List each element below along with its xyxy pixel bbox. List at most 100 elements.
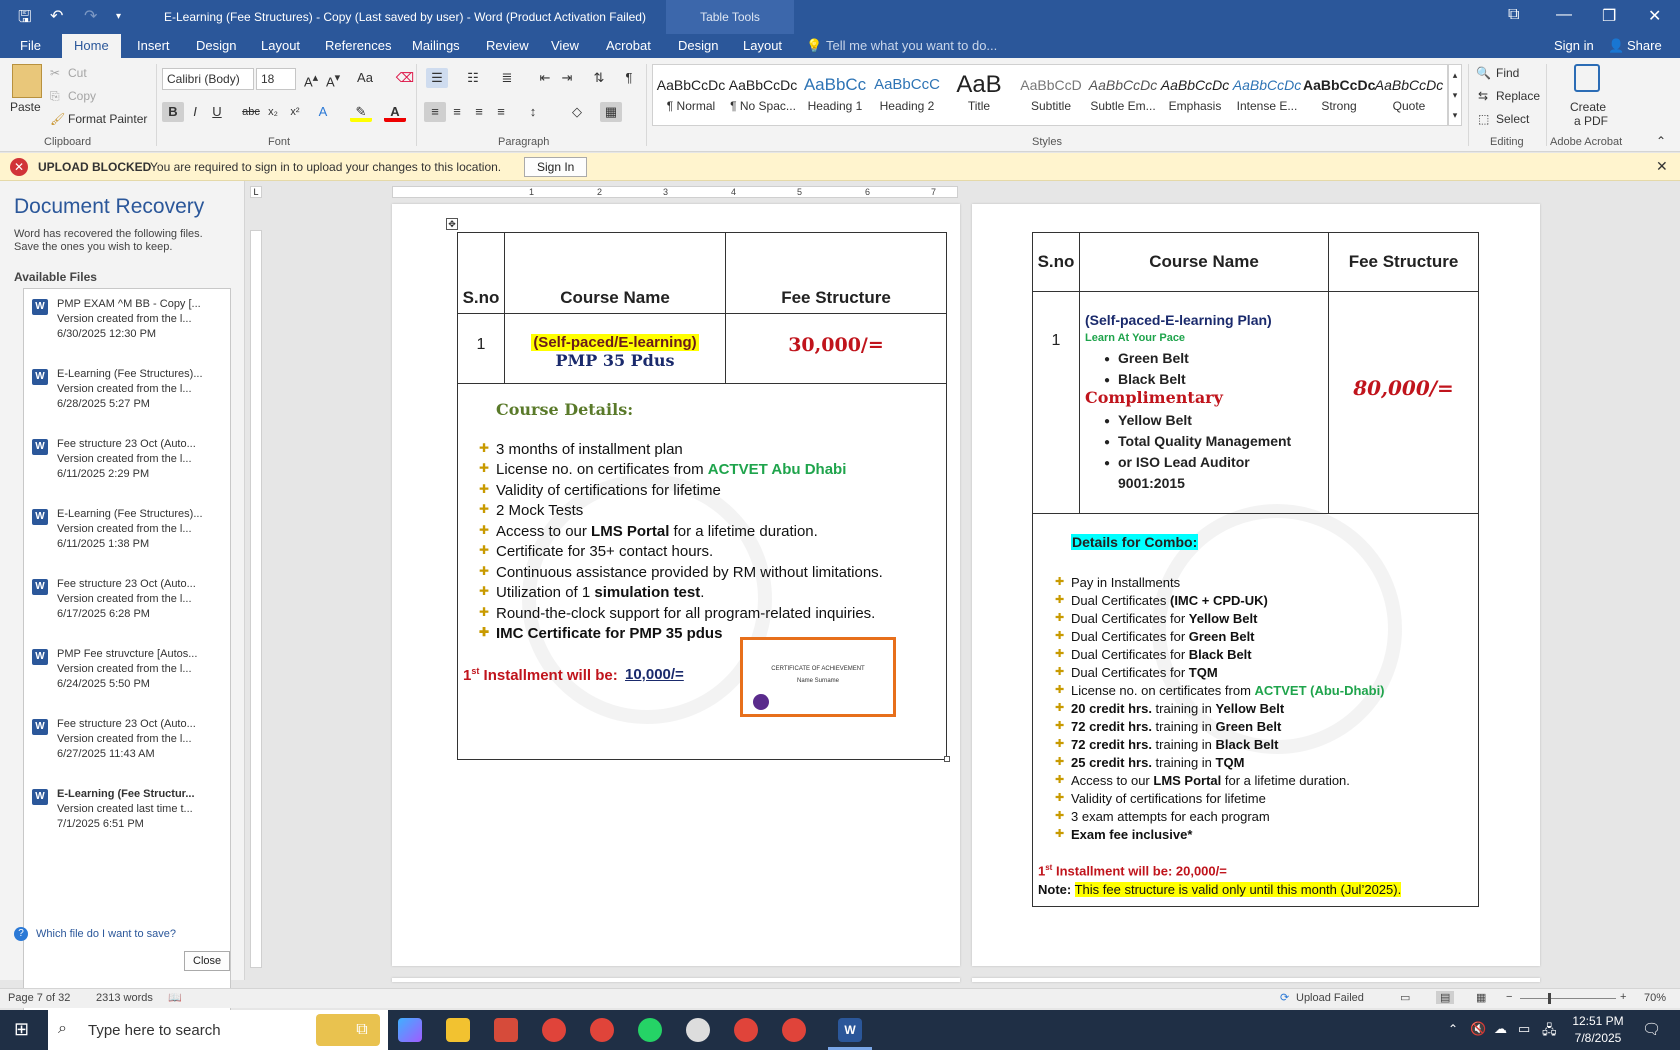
zoom-slider-handle[interactable]: [1548, 993, 1551, 1004]
align-right-icon[interactable]: ≡: [468, 102, 490, 122]
tab-selector-icon[interactable]: L: [250, 186, 262, 198]
chrome-icon[interactable]: [782, 1018, 806, 1042]
close-message-icon[interactable]: ✕: [1656, 158, 1668, 175]
text-effects-icon[interactable]: A: [312, 102, 334, 122]
ribbon-display-icon[interactable]: ⧉: [1508, 6, 1519, 24]
close-window-icon[interactable]: ✕: [1648, 6, 1661, 26]
horizontal-ruler[interactable]: 1 2 3 4 5 6 7: [392, 186, 958, 198]
copilot-icon[interactable]: [398, 1018, 422, 1042]
show-marks-icon[interactable]: ¶: [618, 68, 640, 88]
font-color-icon[interactable]: A: [384, 102, 406, 122]
chrome-icon[interactable]: [590, 1018, 614, 1042]
recovered-file[interactable]: W E-Learning (Fee Structures)... Version…: [32, 367, 228, 429]
tab-review[interactable]: Review: [486, 34, 529, 58]
superscript-icon[interactable]: x²: [284, 102, 306, 122]
clear-formatting-icon[interactable]: ⌫: [394, 68, 416, 88]
clock-app-icon[interactable]: [686, 1018, 710, 1042]
save-icon[interactable]: 🖫: [18, 6, 32, 33]
redo-icon[interactable]: ↷: [84, 6, 97, 26]
change-case-icon[interactable]: Aa: [354, 68, 376, 88]
app-icon[interactable]: [494, 1018, 518, 1042]
shading-icon[interactable]: ◇: [566, 102, 588, 122]
paste-button[interactable]: Paste: [10, 100, 41, 114]
zoom-in-icon[interactable]: +: [1620, 991, 1626, 1003]
customize-qat-icon[interactable]: ▾: [116, 11, 121, 22]
style-normal[interactable]: AaBbCcDc ¶ Normal: [655, 71, 727, 113]
strikethrough-icon[interactable]: abc: [240, 102, 262, 122]
recovered-file[interactable]: W E-Learning (Fee Structur... Version cr…: [32, 787, 228, 849]
notifications-icon[interactable]: 🗨: [1642, 1020, 1661, 1038]
decrease-indent-icon[interactable]: ⇤: [534, 68, 556, 88]
table-cell[interactable]: [1032, 291, 1080, 514]
clock-date[interactable]: 7/8/2025: [1568, 1031, 1628, 1045]
file-explorer-icon[interactable]: [446, 1018, 470, 1042]
minimize-icon[interactable]: —: [1556, 6, 1572, 24]
subscript-icon[interactable]: x₂: [262, 102, 284, 122]
replace-icon[interactable]: ⇆: [1478, 89, 1488, 103]
proofing-icon[interactable]: 📖: [168, 991, 182, 1004]
style-quote[interactable]: AaBbCcDc Quote: [1373, 71, 1445, 113]
copy-button[interactable]: Copy: [68, 89, 96, 103]
line-spacing-icon[interactable]: ↕: [522, 102, 544, 122]
onedrive-icon[interactable]: ☁: [1494, 1021, 1507, 1037]
recovered-file[interactable]: W Fee structure 23 Oct (Auto... Version …: [32, 577, 228, 639]
close-recovery-button[interactable]: Close: [184, 951, 231, 971]
style-heading-2[interactable]: AaBbCcC Heading 2: [871, 71, 943, 113]
highlight-icon[interactable]: ✎: [350, 102, 372, 122]
italic-icon[interactable]: I: [184, 102, 206, 122]
zoom-level[interactable]: 70%: [1644, 992, 1666, 1004]
zoom-slider[interactable]: [1520, 998, 1616, 999]
whatsapp-icon[interactable]: [638, 1018, 662, 1042]
upload-status[interactable]: Upload Failed: [1296, 992, 1364, 1004]
align-center-icon[interactable]: ≡: [446, 102, 468, 122]
share-button[interactable]: Share: [1627, 34, 1662, 58]
undo-icon[interactable]: ↶: [50, 6, 63, 26]
table-move-handle-icon[interactable]: ✥: [446, 218, 458, 230]
copy-icon[interactable]: ⎘: [50, 89, 60, 104]
clock-time[interactable]: 12:51 PM: [1568, 1014, 1628, 1028]
tab-home[interactable]: Home: [62, 34, 121, 58]
recovered-file[interactable]: W Fee structure 23 Oct (Auto... Version …: [32, 437, 228, 499]
vertical-ruler[interactable]: [250, 230, 262, 968]
tab-mailings[interactable]: Mailings: [412, 34, 460, 58]
volume-icon[interactable]: 🔇: [1470, 1021, 1486, 1037]
tray-chevron-icon[interactable]: ⌃: [1448, 1022, 1458, 1036]
style-emphasis[interactable]: AaBbCcDc Emphasis: [1159, 71, 1231, 113]
multilevel-list-icon[interactable]: ≣: [496, 68, 518, 88]
tab-layout[interactable]: Layout: [261, 34, 300, 58]
table-cell[interactable]: [1328, 291, 1479, 514]
recovered-file[interactable]: W E-Learning (Fee Structures)... Version…: [32, 507, 228, 569]
table-resize-handle-icon[interactable]: [944, 756, 950, 762]
recovered-file[interactable]: W PMP EXAM ^M BB - Copy [... Version cre…: [32, 297, 228, 359]
tab-file[interactable]: File: [20, 34, 41, 58]
style-strong[interactable]: AaBbCcDc Strong: [1303, 71, 1375, 113]
align-left-icon[interactable]: ≡: [424, 102, 446, 122]
replace-button[interactable]: Replace: [1496, 89, 1540, 103]
recovered-file[interactable]: W Fee structure 23 Oct (Auto... Version …: [32, 717, 228, 779]
bullets-icon[interactable]: ☰: [426, 68, 448, 88]
underline-icon[interactable]: U: [206, 102, 228, 122]
format-painter-icon[interactable]: 🖌: [50, 112, 65, 126]
tab-insert[interactable]: Insert: [137, 34, 170, 58]
cut-button[interactable]: Cut: [68, 66, 87, 80]
select-button[interactable]: Select: [1496, 112, 1529, 126]
chrome-icon[interactable]: [734, 1018, 758, 1042]
tab-table-layout[interactable]: Layout: [743, 34, 782, 58]
shrink-font-icon[interactable]: A▾: [322, 68, 344, 89]
word-taskbar-icon[interactable]: W: [838, 1018, 862, 1042]
tab-acrobat[interactable]: Acrobat: [606, 34, 651, 58]
tab-references[interactable]: References: [325, 34, 391, 58]
font-name-select[interactable]: Calibri (Body): [162, 68, 254, 90]
page-count[interactable]: Page 7 of 32: [8, 992, 70, 1004]
justify-icon[interactable]: ≡: [490, 102, 512, 122]
format-painter-button[interactable]: Format Painter: [68, 112, 147, 126]
tab-table-design[interactable]: Design: [678, 34, 718, 58]
style-title[interactable]: AaB Title: [943, 71, 1015, 113]
restore-icon[interactable]: ❐: [1602, 6, 1616, 26]
borders-icon[interactable]: ▦: [600, 102, 622, 122]
style-heading-1[interactable]: AaBbCc Heading 1: [799, 71, 871, 113]
increase-indent-icon[interactable]: ⇥: [556, 68, 578, 88]
create-pdf-button[interactable]: Create: [1570, 100, 1606, 114]
taskbar-search[interactable]: ⌕ Type here to search: [48, 1010, 388, 1050]
find-button[interactable]: Find: [1496, 66, 1519, 80]
